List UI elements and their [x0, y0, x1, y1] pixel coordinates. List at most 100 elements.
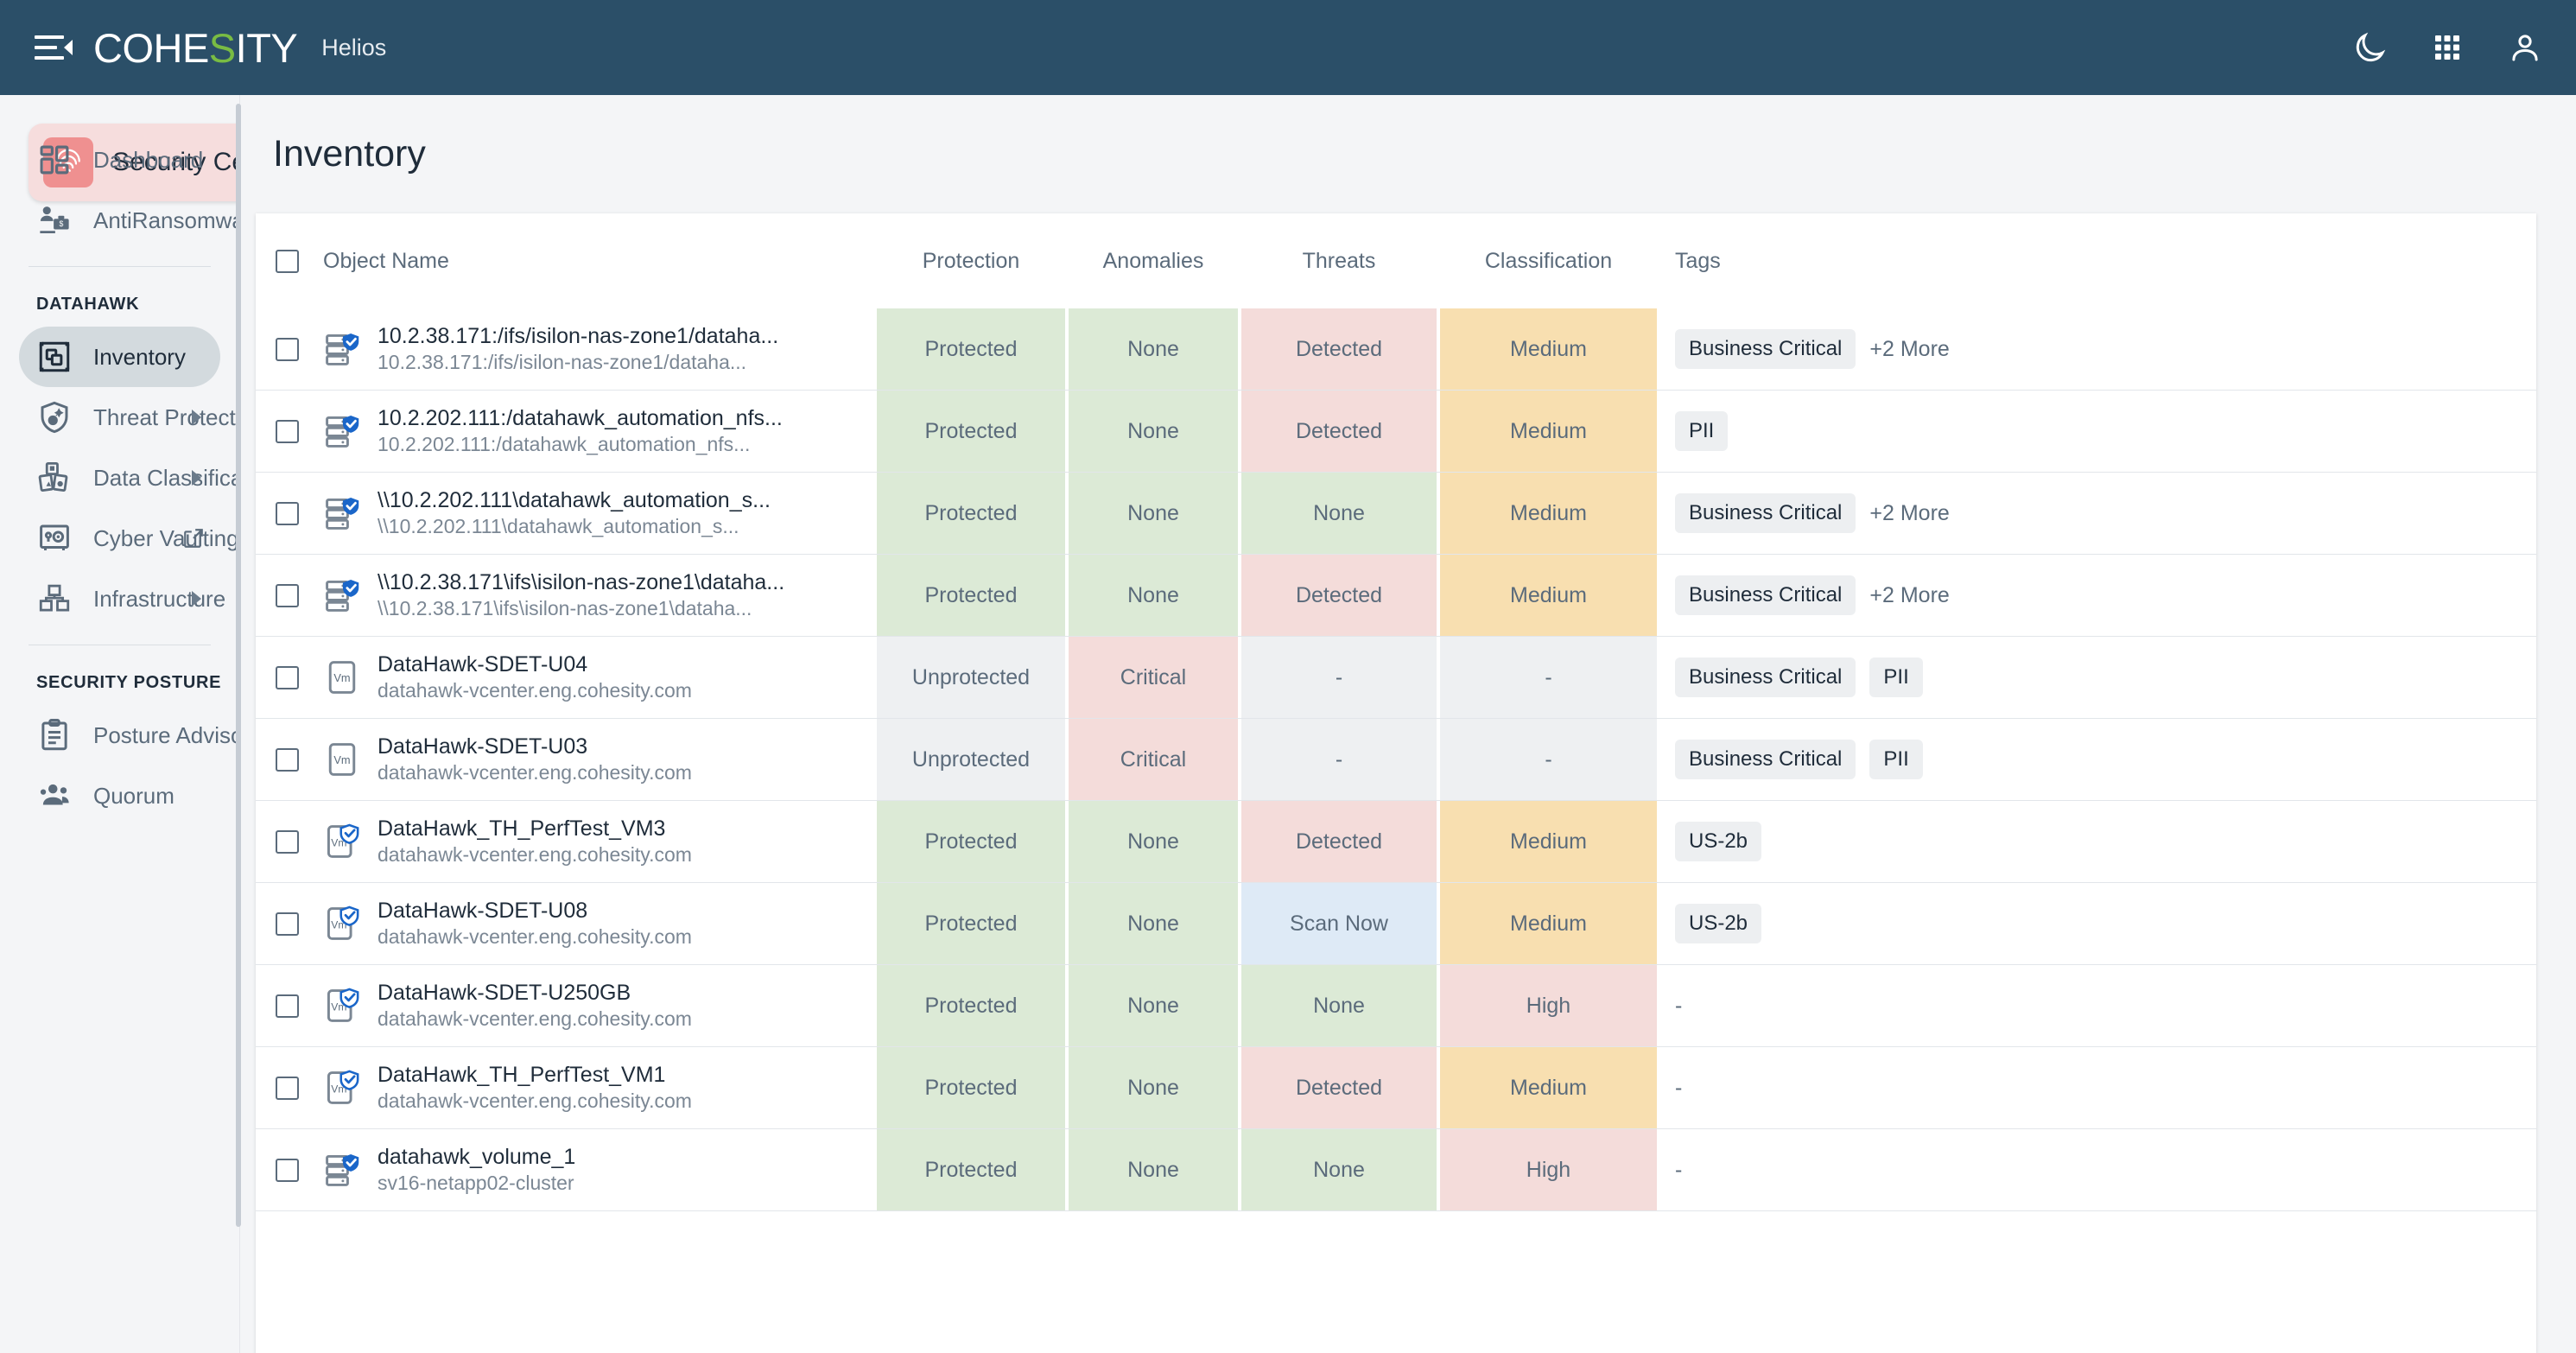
row-checkbox[interactable]: [276, 502, 299, 525]
row-select-cell: [256, 965, 318, 1047]
sidebar-section-security-posture: SECURITY POSTURE: [0, 661, 239, 705]
tag-chip[interactable]: PII: [1869, 740, 1922, 779]
select-all-checkbox[interactable]: [276, 250, 299, 273]
table-row[interactable]: Vm DataHawk-SDET-U04 datahawk-vcenter.en…: [256, 637, 2536, 719]
protection-status: Protected: [877, 555, 1065, 636]
tags-empty: -: [1675, 994, 1682, 1019]
sidebar-item-inventory[interactable]: Inventory: [19, 327, 220, 387]
sidebar-item-threat-protection[interactable]: Threat Protection: [19, 387, 220, 448]
sidebar-item-label: Posture Advisor: [93, 722, 240, 749]
tag-chip[interactable]: US-2b: [1675, 822, 1761, 861]
row-checkbox[interactable]: [276, 584, 299, 607]
row-checkbox[interactable]: [276, 748, 299, 772]
classification-status: Medium: [1440, 555, 1657, 636]
tag-chip[interactable]: Business Critical: [1675, 740, 1856, 779]
table-row[interactable]: Vm DataHawk_TH_PerfTest_VM1 datahawk-vce…: [256, 1047, 2536, 1129]
tag-chip[interactable]: US-2b: [1675, 904, 1761, 943]
object-name[interactable]: DataHawk-SDET-U250GB: [378, 980, 692, 1007]
tag-chip[interactable]: Business Critical: [1675, 493, 1856, 533]
tag-chip[interactable]: PII: [1869, 657, 1922, 697]
classification-status: -: [1440, 637, 1657, 718]
row-checkbox[interactable]: [276, 830, 299, 854]
sidebar-item-data-classification[interactable]: Data Classification: [19, 448, 220, 508]
apps-grid-icon[interactable]: [2429, 29, 2465, 66]
sidebar-item-quorum[interactable]: Quorum: [19, 765, 220, 826]
object-name[interactable]: datahawk_volume_1: [378, 1144, 575, 1171]
protection-status: Protected: [877, 965, 1065, 1046]
table-row[interactable]: Vm DataHawk_TH_PerfTest_VM3 datahawk-vce…: [256, 801, 2536, 883]
column-header-object-name[interactable]: Object Name: [318, 213, 875, 308]
row-checkbox[interactable]: [276, 420, 299, 443]
object-name[interactable]: 10.2.202.111:/datahawk_automation_nfs...: [378, 405, 783, 432]
table-row[interactable]: Vm DataHawk-SDET-U03 datahawk-vcenter.en…: [256, 719, 2536, 801]
object-name-cell: Vm DataHawk_TH_PerfTest_VM3 datahawk-vce…: [318, 801, 875, 883]
column-header-protection[interactable]: Protection: [875, 213, 1067, 308]
object-name[interactable]: DataHawk-SDET-U04: [378, 651, 692, 678]
anomalies-status: None: [1069, 1129, 1238, 1210]
object-source: \\10.2.38.171\ifs\isilon-nas-zone1\datah…: [378, 596, 784, 621]
account-icon[interactable]: [2507, 29, 2543, 66]
row-checkbox[interactable]: [276, 338, 299, 361]
row-checkbox[interactable]: [276, 994, 299, 1018]
tags-more-link[interactable]: +2 More: [1869, 583, 1949, 608]
classification-cell: Medium: [1438, 883, 1659, 965]
classification-cell: -: [1438, 719, 1659, 801]
protection-cell: Protected: [875, 883, 1067, 965]
row-checkbox[interactable]: [276, 1159, 299, 1182]
row-select-cell: [256, 308, 318, 391]
object-text: 10.2.202.111:/datahawk_automation_nfs...…: [378, 405, 783, 457]
object-name[interactable]: 10.2.38.171:/ifs/isilon-nas-zone1/dataha…: [378, 323, 778, 350]
protection-status: Protected: [877, 391, 1065, 472]
protection-cell: Protected: [875, 391, 1067, 473]
row-checkbox[interactable]: [276, 912, 299, 936]
chevron-right-icon[interactable]: [192, 410, 201, 425]
object-name[interactable]: DataHawk-SDET-U03: [378, 734, 692, 760]
object-name[interactable]: DataHawk_TH_PerfTest_VM1: [378, 1062, 692, 1089]
object-name[interactable]: \\10.2.38.171\ifs\isilon-nas-zone1\datah…: [378, 569, 784, 596]
protection-cell: Protected: [875, 473, 1067, 555]
object-name[interactable]: DataHawk_TH_PerfTest_VM3: [378, 816, 692, 842]
table-row[interactable]: 10.2.38.171:/ifs/isilon-nas-zone1/dataha…: [256, 308, 2536, 391]
chevron-right-icon[interactable]: [192, 591, 201, 607]
chevron-right-icon[interactable]: [192, 470, 201, 486]
object-name[interactable]: DataHawk-SDET-U08: [378, 898, 692, 924]
tag-chip[interactable]: Business Critical: [1675, 329, 1856, 369]
row-checkbox[interactable]: [276, 666, 299, 689]
object-name-cell: 10.2.38.171:/ifs/isilon-nas-zone1/dataha…: [318, 308, 875, 391]
column-header-classification[interactable]: Classification: [1438, 213, 1659, 308]
threats-status[interactable]: Scan Now: [1241, 883, 1437, 964]
sidebar-item-antiransomware[interactable]: $ AntiRansomware: [19, 190, 220, 251]
menu-toggle-icon[interactable]: [35, 29, 71, 66]
row-checkbox[interactable]: [276, 1077, 299, 1100]
classification-cell: Medium: [1438, 1047, 1659, 1129]
object-name-wrap: \\10.2.202.111\datahawk_automation_s... …: [318, 487, 875, 539]
table-row[interactable]: datahawk_volume_1 sv16-netapp02-cluster …: [256, 1129, 2536, 1211]
protection-status: Unprotected: [877, 637, 1065, 718]
table-row[interactable]: \\10.2.38.171\ifs\isilon-nas-zone1\datah…: [256, 555, 2536, 637]
object-source: datahawk-vcenter.eng.cohesity.com: [378, 1007, 692, 1032]
column-header-anomalies[interactable]: Anomalies: [1067, 213, 1240, 308]
tags-cell: US-2b: [1659, 801, 2536, 883]
column-header-threats[interactable]: Threats: [1240, 213, 1438, 308]
sidebar-item-cyber-vaulting[interactable]: Cyber Vaulting: [19, 508, 220, 569]
sidebar-item-infrastructure[interactable]: Infrastructure: [19, 569, 220, 629]
external-link-icon[interactable]: [182, 527, 205, 549]
tag-chip[interactable]: PII: [1675, 411, 1728, 451]
tag-chip[interactable]: Business Critical: [1675, 575, 1856, 615]
tag-chip[interactable]: Business Critical: [1675, 657, 1856, 697]
tags-more-link[interactable]: +2 More: [1869, 501, 1949, 526]
dark-mode-icon[interactable]: [2351, 29, 2388, 66]
object-name-cell: datahawk_volume_1 sv16-netapp02-cluster: [318, 1129, 875, 1211]
vm-icon: Vm: [323, 658, 361, 696]
sidebar-item-posture-advisor[interactable]: Posture Advisor: [19, 705, 220, 765]
sidebar-item-dashboard[interactable]: Dashboard: [19, 130, 220, 190]
table-row[interactable]: 10.2.202.111:/datahawk_automation_nfs...…: [256, 391, 2536, 473]
object-name[interactable]: \\10.2.202.111\datahawk_automation_s...: [378, 487, 771, 514]
table-row[interactable]: Vm DataHawk-SDET-U250GB datahawk-vcenter…: [256, 965, 2536, 1047]
table-row[interactable]: \\10.2.202.111\datahawk_automation_s... …: [256, 473, 2536, 555]
cohesity-logo[interactable]: COHESITY: [93, 28, 297, 68]
cyber-vaulting-icon: [36, 520, 73, 556]
table-row[interactable]: Vm DataHawk-SDET-U08 datahawk-vcenter.en…: [256, 883, 2536, 965]
tags-more-link[interactable]: +2 More: [1869, 337, 1949, 362]
column-header-tags[interactable]: Tags: [1659, 213, 2536, 308]
